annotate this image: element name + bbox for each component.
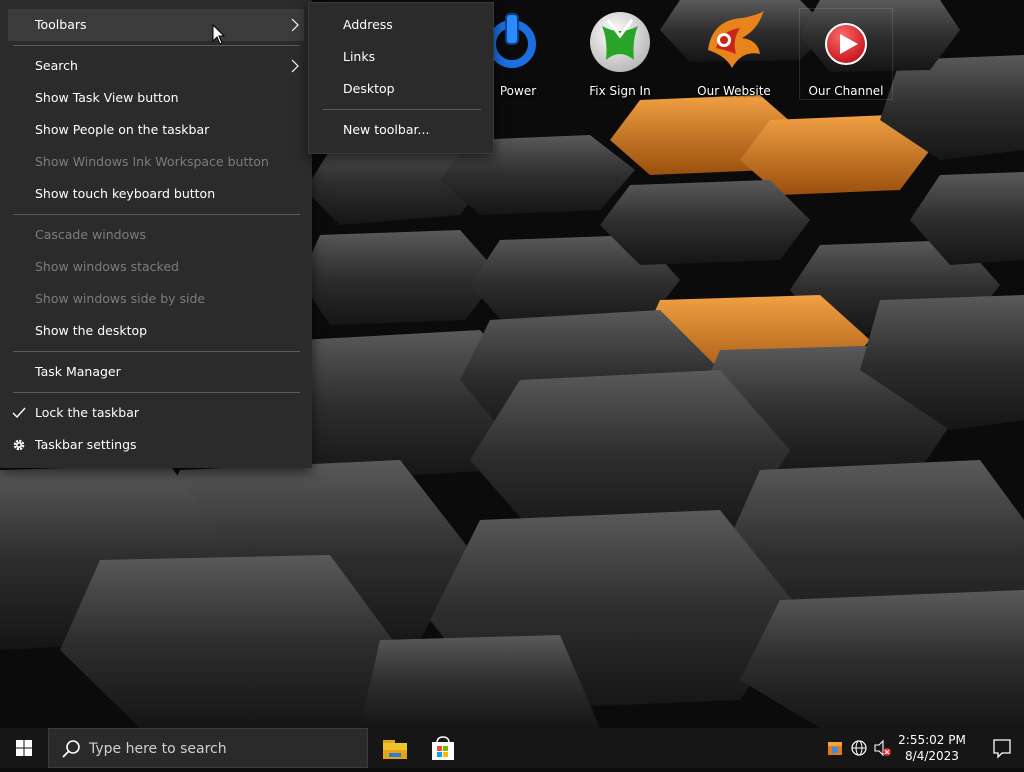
menu-item-show-ink-workspace: Show Windows Ink Workspace button [8, 146, 304, 178]
submenu-item-label: Address [343, 17, 393, 32]
submenu-item-address[interactable]: Address [317, 9, 485, 41]
chevron-right-icon [291, 18, 299, 32]
taskbar-app-microsoft-store[interactable] [419, 728, 467, 768]
checkmark-icon [12, 407, 26, 419]
menu-item-label: Search [35, 58, 78, 73]
submenu-item-links[interactable]: Links [317, 41, 485, 73]
chevron-right-icon [291, 59, 299, 73]
submenu-item-new-toolbar[interactable]: New toolbar... [317, 114, 485, 146]
menu-separator [13, 392, 300, 393]
menu-separator [13, 214, 300, 215]
xbox-icon [590, 12, 650, 72]
menu-item-search[interactable]: Search [8, 50, 304, 82]
submenu-item-label: Desktop [343, 81, 395, 96]
menu-item-toolbars[interactable]: Toolbars [8, 9, 304, 41]
desktop-icon-our-website[interactable]: Our Website [686, 10, 782, 98]
menu-separator [13, 351, 300, 352]
taskbar-app-file-explorer[interactable] [371, 728, 419, 768]
menu-item-cascade-windows: Cascade windows [8, 219, 304, 251]
menu-separator [323, 109, 481, 110]
taskbar[interactable]: Type here to search 2:55:02 PM 8/4/2023 [0, 728, 1024, 768]
search-icon [62, 740, 80, 758]
menu-item-label: Show Task View button [35, 90, 179, 105]
desktop-icon-fix-sign-in[interactable]: Fix Sign In [572, 10, 668, 98]
menu-item-label: Show windows stacked [35, 259, 179, 274]
menu-item-windows-stacked: Show windows stacked [8, 251, 304, 283]
folder-icon [383, 740, 407, 759]
submenu-item-label: Links [343, 49, 376, 64]
desktop-icon-label: Our Channel [808, 84, 884, 98]
gear-icon [13, 439, 25, 451]
store-bag-icon[interactable] [824, 728, 846, 768]
menu-separator [13, 45, 300, 46]
desktop-icon-label: Fix Sign In [589, 84, 651, 98]
menu-item-show-touch-keyboard[interactable]: Show touch keyboard button [8, 178, 304, 210]
menu-item-label: Show touch keyboard button [35, 186, 216, 201]
desktop-icon-our-channel[interactable]: Our Channel [798, 10, 894, 98]
play-button-icon [825, 23, 867, 65]
action-center-button[interactable] [980, 728, 1024, 768]
menu-item-label: Show the desktop [35, 323, 148, 338]
menu-item-label: Show windows side by side [35, 291, 206, 306]
menu-item-windows-side-by-side: Show windows side by side [8, 283, 304, 315]
submenu-item-label: New toolbar... [343, 122, 430, 137]
globe-network-icon[interactable] [848, 728, 870, 768]
menu-item-label: Show Windows Ink Workspace button [35, 154, 269, 169]
search-placeholder: Type here to search [89, 741, 227, 757]
notification-icon [993, 739, 1011, 759]
menu-item-label: Toolbars [35, 17, 87, 32]
toolbars-submenu: Address Links Desktop New toolbar... [308, 2, 494, 154]
menu-item-show-people[interactable]: Show People on the taskbar [8, 114, 304, 146]
menu-item-label: Lock the taskbar [35, 405, 140, 420]
menu-item-label: Task Manager [35, 364, 121, 379]
menu-item-label: Show People on the taskbar [35, 122, 210, 137]
menu-item-label: Cascade windows [35, 227, 146, 242]
clock-time: 2:55:02 PM [898, 733, 966, 747]
menu-item-taskbar-settings[interactable]: Taskbar settings [8, 429, 304, 461]
menu-item-show-task-view-button[interactable]: Show Task View button [8, 82, 304, 114]
phoenix-logo-icon [708, 10, 764, 68]
windows-logo-icon [16, 740, 32, 756]
taskbar-context-menu: Toolbars Search Show Task View button Sh… [0, 0, 312, 468]
clock-date: 8/4/2023 [905, 749, 959, 763]
taskbar-search-box[interactable]: Type here to search [48, 728, 368, 768]
start-button[interactable] [0, 728, 48, 768]
mouse-cursor-icon [212, 24, 226, 45]
menu-item-label: Taskbar settings [35, 437, 137, 452]
store-icon [432, 736, 454, 760]
system-clock[interactable]: 2:55:02 PM 8/4/2023 [896, 728, 968, 768]
menu-item-task-manager[interactable]: Task Manager [8, 356, 304, 388]
speaker-muted-icon[interactable] [872, 728, 894, 768]
menu-item-lock-taskbar[interactable]: Lock the taskbar [8, 397, 304, 429]
submenu-item-desktop[interactable]: Desktop [317, 73, 485, 105]
menu-item-show-desktop[interactable]: Show the desktop [8, 315, 304, 347]
desktop-icon-label: Our Website [697, 84, 771, 98]
